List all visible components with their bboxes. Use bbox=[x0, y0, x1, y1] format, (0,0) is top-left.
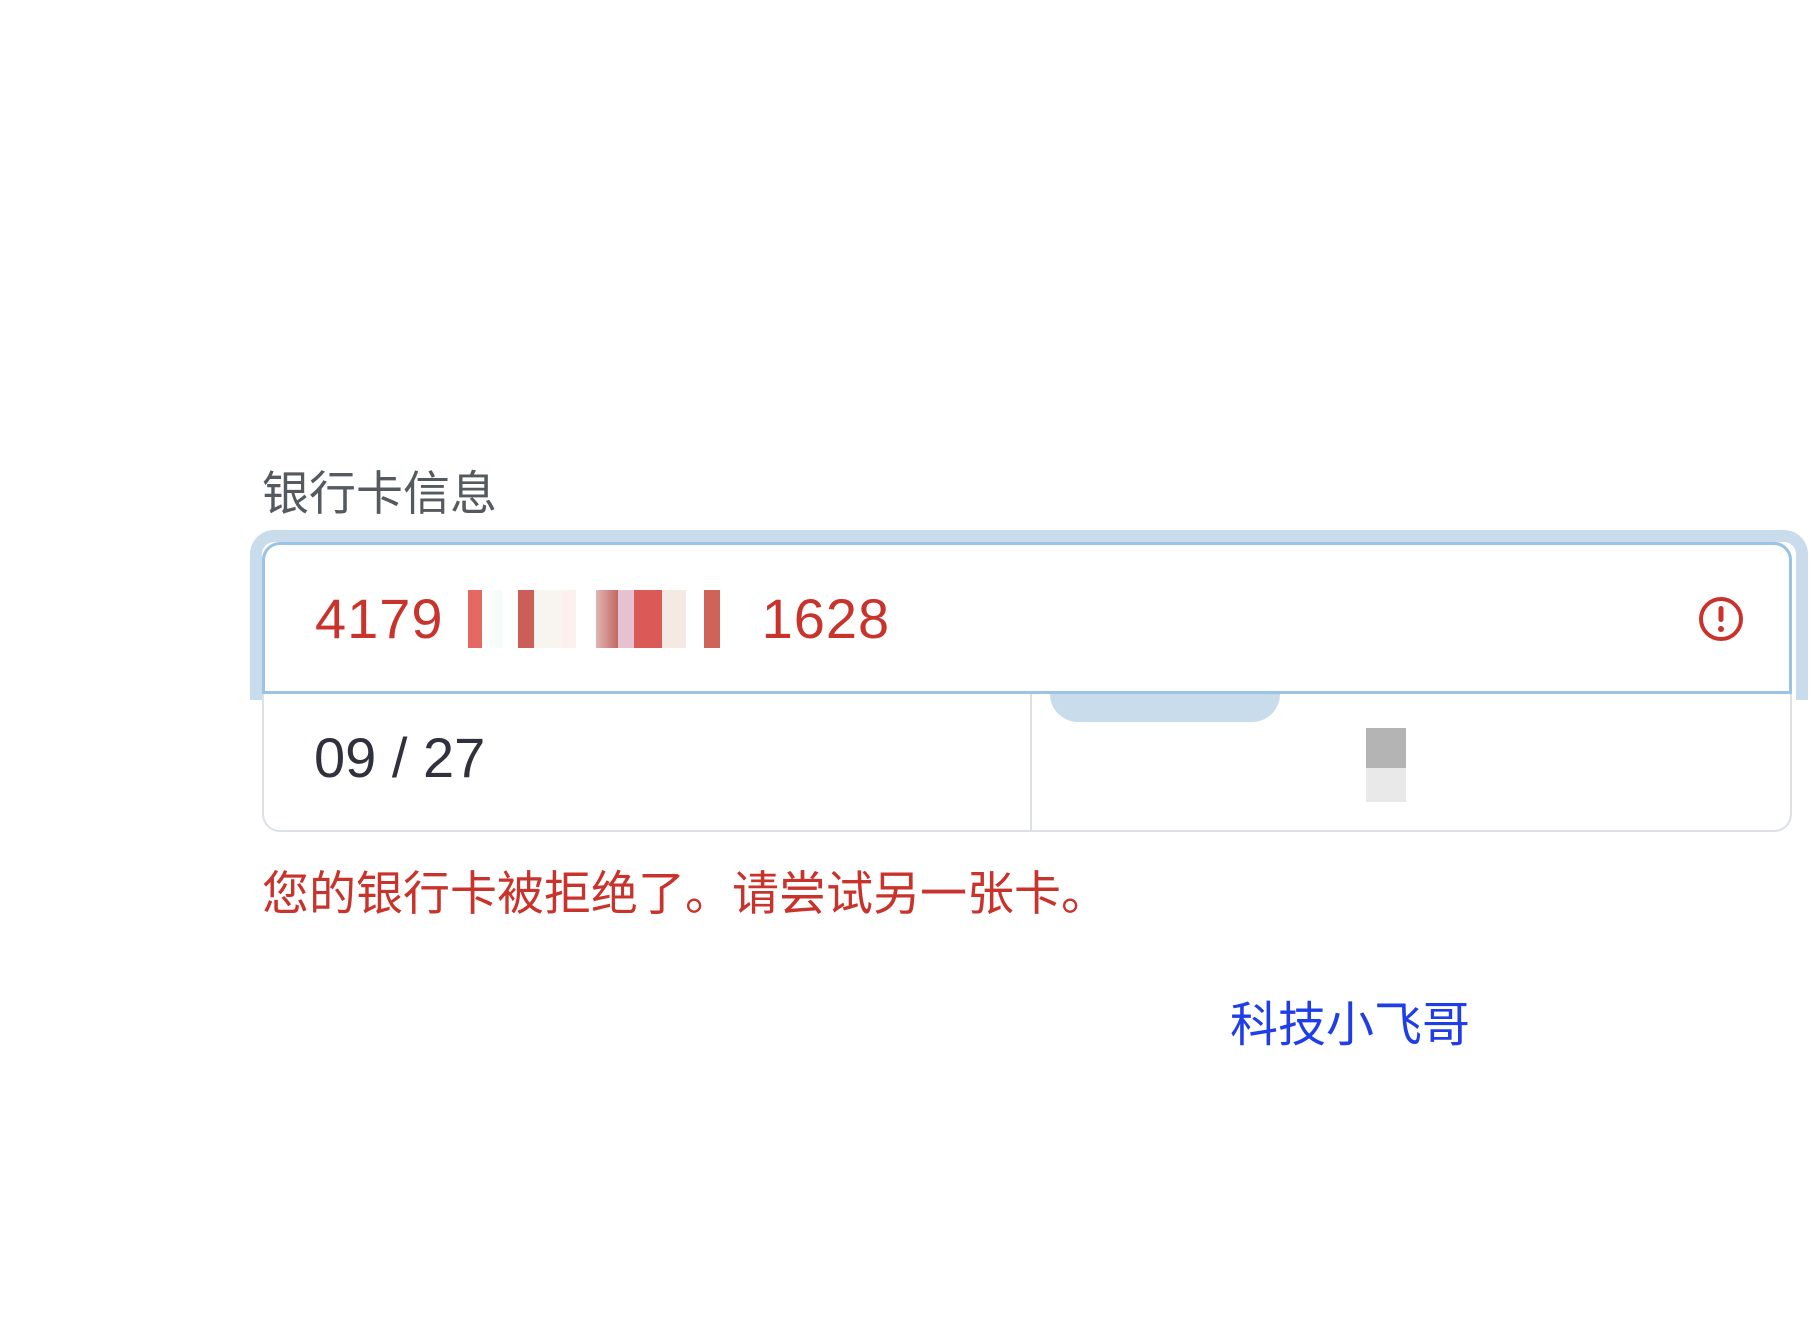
card-number-redaction-mask bbox=[457, 590, 748, 648]
card-details-row: 09 / 27 bbox=[264, 694, 1790, 830]
expiry-value: 09 / 27 bbox=[314, 726, 486, 789]
cvc-redaction-mask bbox=[1366, 728, 1406, 802]
card-number-suffix: 1628 bbox=[761, 587, 891, 650]
exclamation-circle-icon bbox=[1699, 597, 1743, 641]
card-number-field[interactable]: 4179 1628 bbox=[262, 542, 1792, 694]
focus-ring-tab bbox=[1050, 694, 1280, 722]
watermark-text: 科技小飞哥 bbox=[1230, 997, 1471, 1053]
card-info-label: 银行卡信息 bbox=[262, 467, 497, 522]
card-number-prefix: 4179 bbox=[315, 587, 444, 650]
card-declined-error: 您的银行卡被拒绝了。请尝试另一张卡。 bbox=[262, 867, 1108, 922]
card-number-value: 4179 1628 bbox=[315, 545, 890, 693]
card-info-form: 银行卡信息 4179 1628 09 / 27 您的银行卡被拒绝了。请尝试另一张… bbox=[250, 460, 1808, 922]
expiry-field[interactable]: 09 / 27 bbox=[264, 694, 1032, 830]
card-input-group: 4179 1628 09 / 27 bbox=[250, 530, 1808, 832]
